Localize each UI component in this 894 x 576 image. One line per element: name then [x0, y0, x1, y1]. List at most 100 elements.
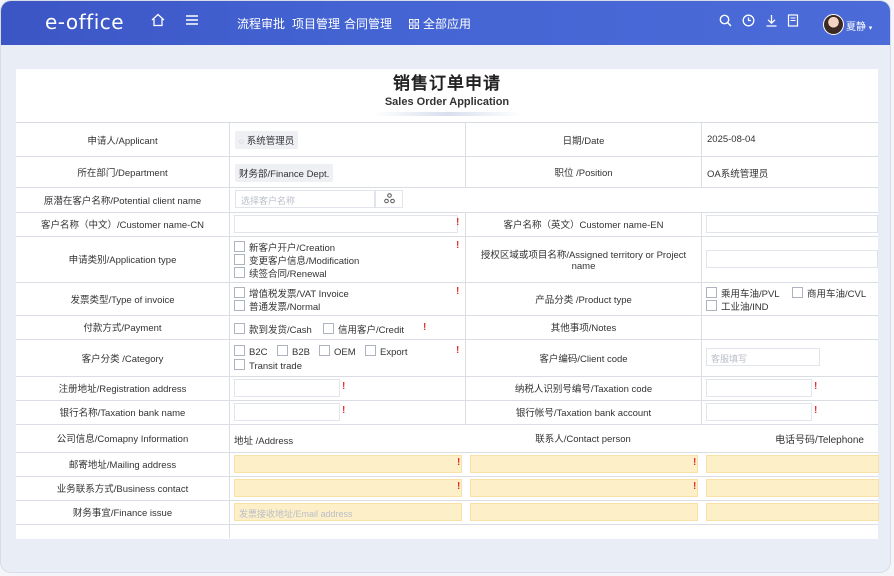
business-contact-input[interactable]	[470, 479, 698, 497]
app-type-option-renewal[interactable]: 续签合同/Renewal	[234, 266, 327, 280]
option-label: 商用车油/CVL	[807, 289, 867, 300]
mailing-cell: ! !	[229, 452, 879, 476]
row-payment: 付款方式/Payment 款到发货/Cash 信用客户/Credit ! 其他事…	[16, 315, 878, 340]
required-mark: !	[456, 240, 460, 251]
department-value[interactable]: 财务部/Finance Dept.	[235, 164, 334, 182]
row-invoice: 发票类型/Type of invoice 增值税发票/VAT Invoice 普…	[16, 282, 878, 316]
required-mark: !	[423, 322, 427, 333]
required-mark: !	[456, 286, 460, 297]
user-avatar[interactable]	[823, 14, 844, 35]
checkbox[interactable]	[277, 345, 288, 356]
bank-account-cell: !	[701, 400, 878, 424]
category-option-b2b[interactable]: B2B	[277, 345, 310, 358]
home-icon[interactable]	[151, 13, 165, 32]
nav-contract[interactable]: 合同管理	[344, 17, 392, 31]
nav-workflow[interactable]: 流程审批	[237, 17, 285, 31]
territory-input[interactable]	[706, 250, 878, 268]
checkbox[interactable]	[234, 267, 245, 278]
form-title-en: Sales Order Application	[384, 96, 510, 108]
client-code-cell: 客服填写	[701, 339, 878, 376]
invoice-option-normal[interactable]: 普通发票/Normal	[234, 299, 320, 313]
checkbox[interactable]	[234, 300, 245, 311]
search-icon[interactable]	[719, 14, 732, 30]
org-icon[interactable]	[375, 190, 403, 208]
category-option-transit[interactable]: Transit trade	[234, 359, 302, 372]
customer-en-cell	[701, 212, 878, 236]
checkbox[interactable]	[234, 345, 245, 356]
user-name[interactable]: 夏静 ▾	[846, 18, 872, 33]
applicant-value[interactable]: ◌ 系统管理员	[235, 131, 299, 149]
app-type-option-modification[interactable]: 变更客户信息/Modification	[234, 253, 359, 267]
checkbox[interactable]	[365, 345, 376, 356]
category-cell: B2C B2B OEM Export Transit trade !	[229, 339, 465, 376]
row-finance: 财务事宜/Finance issue 发票接收地址/Email address	[16, 500, 879, 525]
required-mark: !	[457, 481, 461, 492]
row-application-type: 申请类别/Application type 新客户开户/Creation 变更客…	[16, 236, 878, 283]
doc-icon[interactable]	[787, 14, 799, 30]
mailing-address-input[interactable]	[234, 455, 462, 473]
mailing-telephone-input[interactable]	[706, 455, 879, 473]
checkbox[interactable]	[323, 323, 334, 334]
nav-all-apps[interactable]: 全部应用	[409, 17, 471, 32]
bank-account-input[interactable]	[706, 403, 812, 421]
business-address-input[interactable]	[234, 479, 462, 497]
checkbox[interactable]	[792, 287, 803, 298]
product-option-cvl[interactable]: 商用车油/CVL	[792, 286, 866, 300]
business-telephone-input[interactable]	[706, 479, 879, 497]
checkbox[interactable]	[234, 241, 245, 252]
product-label: 产品分类 /Product type	[465, 282, 701, 315]
category-option-export[interactable]: Export	[365, 345, 407, 358]
menu-icon[interactable]	[185, 13, 199, 32]
download-icon[interactable]	[765, 14, 778, 30]
customer-cn-cell: !	[229, 212, 465, 236]
applicant-cell: ◌ 系统管理员	[229, 123, 465, 156]
date-label: 日期/Date	[465, 123, 701, 156]
option-label: 款到发货/Cash	[249, 325, 312, 336]
option-label: 普通发票/Normal	[249, 302, 321, 313]
customer-en-input[interactable]	[706, 215, 878, 233]
bank-name-input[interactable]	[234, 403, 340, 421]
registration-input[interactable]	[234, 379, 340, 397]
trailing-cell	[229, 524, 878, 538]
potential-client-input[interactable]: 选择客户名称	[235, 190, 375, 208]
checkbox[interactable]	[319, 345, 330, 356]
invoice-option-vat[interactable]: 增值税发票/VAT Invoice	[234, 286, 349, 300]
tax-code-label: 纳税人识别号编号/Taxation code	[465, 376, 701, 400]
tax-code-input[interactable]	[706, 379, 812, 397]
checkbox[interactable]	[234, 254, 245, 265]
contact-label: 联系人/Contact person	[535, 434, 631, 445]
position-value: OA系统管理员	[707, 169, 769, 180]
checkbox[interactable]	[706, 287, 717, 298]
position-label: 职位 /Position	[465, 156, 701, 187]
customer-cn-input[interactable]	[234, 215, 458, 233]
category-option-oem[interactable]: OEM	[319, 345, 356, 358]
position-cell: OA系统管理员	[701, 156, 878, 187]
row-category: 客户分类 /Category B2C B2B OEM Export Transi…	[16, 339, 878, 377]
checkbox[interactable]	[234, 359, 245, 370]
product-option-pvl[interactable]: 乘用车油/PVL	[706, 286, 780, 300]
app-logo[interactable]: e-office	[45, 10, 124, 34]
notes-cell[interactable]	[701, 315, 878, 339]
row-registration: 注册地址/Registration address ! 纳税人识别号编号/Tax…	[16, 376, 878, 401]
product-option-ind[interactable]: 工业油/IND	[706, 299, 769, 313]
nav-project[interactable]: 项目管理	[292, 17, 340, 31]
option-label: OEM	[334, 347, 356, 358]
business-cell: ! !	[229, 476, 879, 500]
company-info-label: 公司信息/Comapny Information	[56, 434, 189, 445]
mailing-contact-input[interactable]	[470, 455, 698, 473]
user-icon: ◌	[239, 137, 244, 146]
clock-icon[interactable]	[742, 14, 755, 30]
payment-option-credit[interactable]: 信用客户/Credit	[323, 322, 404, 336]
finance-contact-input[interactable]	[470, 503, 698, 521]
checkbox[interactable]	[706, 300, 717, 311]
client-code-input[interactable]: 客服填写	[706, 348, 820, 366]
checkbox[interactable]	[234, 323, 245, 334]
finance-telephone-input[interactable]	[706, 503, 879, 521]
payment-option-cash[interactable]: 款到发货/Cash	[234, 322, 312, 336]
top-navbar: e-office 流程审批 项目管理 合同管理 全部应用 夏静 ▾	[1, 1, 890, 45]
category-option-b2c[interactable]: B2C	[234, 345, 267, 358]
checkbox[interactable]	[234, 287, 245, 298]
date-cell: 2025-08-04	[701, 123, 878, 156]
finance-email-input[interactable]: 发票接收地址/Email address	[234, 503, 462, 521]
app-type-option-creation[interactable]: 新客户开户/Creation	[234, 240, 335, 254]
